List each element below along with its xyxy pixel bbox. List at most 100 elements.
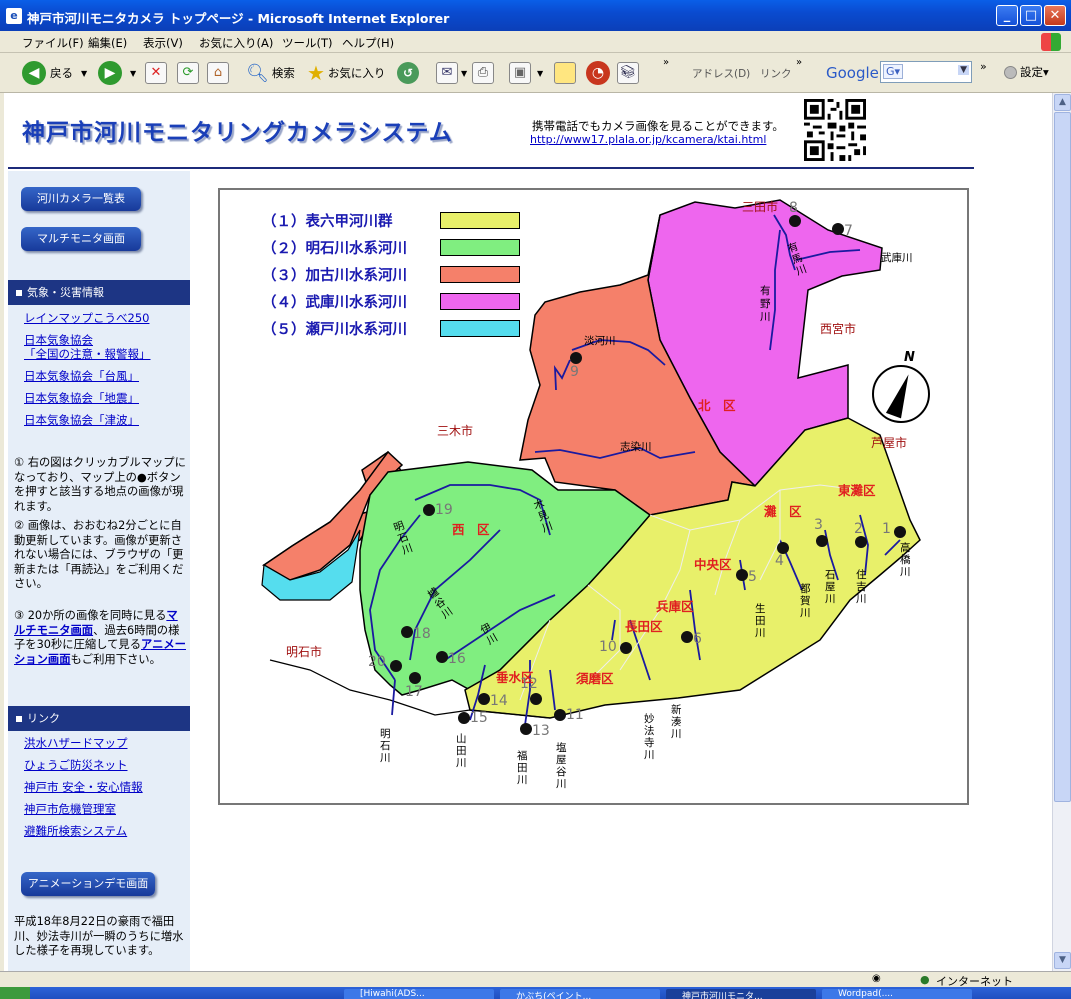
jwa-warnings-link-line1[interactable]: 日本気象協会 xyxy=(24,333,93,347)
menu-favorites[interactable]: お気に入り(A) xyxy=(199,35,273,51)
hyogo-bousai-link[interactable]: ひょうご防災ネット xyxy=(24,758,128,772)
bullet-icon xyxy=(16,716,22,722)
place-akashi: 明石市 xyxy=(286,645,323,659)
river-ishiya: 石屋川 xyxy=(825,569,836,605)
star-icon: ★ xyxy=(307,61,325,85)
menu-edit[interactable]: 編集(E) xyxy=(88,35,127,51)
vertical-scrollbar[interactable]: ▲ ▼ xyxy=(1052,93,1071,971)
mobile-note: 携帯電話でもカメラ画像を見ることができます。 xyxy=(532,119,784,133)
mail-icon: ✉ xyxy=(436,62,458,84)
settings-button[interactable]: 設定▾ xyxy=(1004,64,1049,80)
links-label[interactable]: リンク xyxy=(760,59,792,87)
compass-icon xyxy=(872,365,930,423)
window-title: 神戸市河川モニタカメラ トップページ - Microsoft Internet … xyxy=(27,11,450,26)
flood-hazard-map-link[interactable]: 洪水ハザードマップ xyxy=(24,736,128,750)
toolbar-chevron-icon[interactable]: » xyxy=(663,55,669,69)
history-button[interactable]: ↺ xyxy=(397,59,419,87)
jwa-earthquake-link[interactable]: 日本気象協会「地震」 xyxy=(24,391,139,405)
sidebar: 河川カメラ一覧表 マルチモニタ画面 気象・災害情報 レインマップこうべ250 日… xyxy=(8,171,190,971)
research-button[interactable]: 📚︎ xyxy=(617,59,639,87)
multi-monitor-button[interactable]: マルチモニタ画面 xyxy=(21,227,141,251)
camera-dot-icon xyxy=(401,626,413,638)
forward-dropdown-icon[interactable]: ▼ xyxy=(130,69,136,78)
animation-demo-button[interactable]: アニメーションデモ画面 xyxy=(21,872,155,896)
weather-section-header: 気象・災害情報 xyxy=(8,280,190,305)
rainmap-link[interactable]: レインマップこうべ250 xyxy=(24,311,149,325)
address-label[interactable]: アドレス(D) xyxy=(692,59,750,87)
district-higashinada: 東灘区 xyxy=(838,483,876,498)
mobile-url-link[interactable]: http://www17.plala.or.jp/kcamera/ktai.ht… xyxy=(530,133,766,146)
history-icon: ↺ xyxy=(397,62,419,84)
ie-icon: e xyxy=(6,8,22,24)
zone-icon: ◉ xyxy=(872,973,881,984)
edit-button[interactable]: ▣ ▼ xyxy=(509,59,543,87)
river-arino: 有野川 xyxy=(760,285,771,323)
kobe-crisis-office-link[interactable]: 神戸市危機管理室 xyxy=(24,802,116,816)
windows-logo-icon xyxy=(1041,33,1061,51)
jwa-warnings-link-line2[interactable]: 「全国の注意・報警報」 xyxy=(24,347,151,361)
refresh-button[interactable]: ⟳ xyxy=(177,59,199,87)
mail-dropdown-icon[interactable]: ▼ xyxy=(461,69,467,78)
favorites-button[interactable]: ★ お気に入り xyxy=(307,59,385,87)
google-search-input[interactable]: G▾ ▼ xyxy=(880,61,972,83)
river-map: （１）表六甲河川群 （２）明石川水系河川 （３）加古川水系河川 （４）武庫川水系… xyxy=(218,188,969,805)
close-button[interactable]: ✕ xyxy=(1044,5,1066,26)
menu-help[interactable]: ヘルプ(H) xyxy=(342,35,394,51)
camera-dot-icon xyxy=(789,215,801,227)
camera-dot-icon xyxy=(777,542,789,554)
compass-north-label: N xyxy=(904,350,915,365)
camera-dot-icon xyxy=(554,709,566,721)
river-camera-list-button[interactable]: 河川カメラ一覧表 xyxy=(21,187,141,211)
kobe-safety-link[interactable]: 神戸市 安全・安心情報 xyxy=(24,780,143,794)
window-title-bar: e 神戸市河川モニタカメラ トップページ - Microsoft Interne… xyxy=(0,0,1071,31)
print-button[interactable]: ⎙ xyxy=(472,59,494,87)
maximize-button[interactable]: □ xyxy=(1020,5,1042,26)
menu-view[interactable]: 表示(V) xyxy=(143,35,183,51)
links-chevron-icon[interactable]: » xyxy=(796,55,802,69)
jwa-typhoon-link[interactable]: 日本気象協会「台風」 xyxy=(24,369,139,383)
home-button[interactable]: ⌂ xyxy=(207,59,229,87)
taskbar: [Hiwahi(ADS... かぶち(ペイント... 神戸市河川モニタ... W… xyxy=(0,987,1071,999)
site-title: 神戸市河川モニタリングカメラシステム xyxy=(22,120,453,146)
district-nada: 灘 区 xyxy=(764,504,802,519)
google-dropdown-icon[interactable]: ▼ xyxy=(958,65,969,75)
jwa-tsunami-link[interactable]: 日本気象協会「津波」 xyxy=(24,413,139,427)
discuss-button[interactable] xyxy=(554,59,576,87)
menu-file[interactable]: ファイル(F) xyxy=(22,35,84,51)
messenger-button[interactable]: ◔ xyxy=(586,59,610,87)
river-ougo: 淡河川 xyxy=(584,335,616,347)
start-button[interactable] xyxy=(0,987,30,999)
legend-label-1: （１）表六甲河川群 xyxy=(262,214,393,230)
shelter-search-link[interactable]: 避難所検索システム xyxy=(24,824,127,838)
search-button[interactable]: 🔍︎ 検索 xyxy=(246,59,295,87)
taskbar-item-1[interactable]: [Hiwahi(ADS... xyxy=(344,989,494,999)
edit-dropdown-icon[interactable]: ▼ xyxy=(537,69,543,78)
google-g-icon[interactable]: G▾ xyxy=(883,64,904,79)
legend-swatch-5 xyxy=(440,320,520,337)
stop-button[interactable]: ✕ xyxy=(145,59,167,87)
google-chevron-icon[interactable]: » xyxy=(980,60,987,73)
scroll-down-icon[interactable]: ▼ xyxy=(1054,952,1071,969)
minimize-button[interactable]: _ xyxy=(996,5,1018,26)
back-dropdown-icon[interactable]: ▼ xyxy=(81,69,87,78)
camera-dot-icon xyxy=(855,536,867,548)
legend-swatch-4 xyxy=(440,293,520,310)
forward-button[interactable]: ▶ ▼ xyxy=(98,59,136,87)
taskbar-item-2[interactable]: かぶち(ペイント... xyxy=(500,989,660,999)
river-sumiyoshi: 住吉川 xyxy=(856,569,867,605)
menu-tools[interactable]: ツール(T) xyxy=(282,35,333,51)
district-chuo: 中央区 xyxy=(694,557,732,572)
camera-dot-icon xyxy=(458,712,470,724)
scroll-thumb[interactable] xyxy=(1054,112,1071,802)
scroll-up-icon[interactable]: ▲ xyxy=(1054,94,1071,111)
home-icon: ⌂ xyxy=(207,62,229,84)
taskbar-item-3[interactable]: 神戸市河川モニタ... xyxy=(666,989,816,999)
mail-button[interactable]: ✉ ▼ xyxy=(436,59,467,87)
note-clickable-map: ① 右の図はクリッカブルマップになっており、マップ上の●ボタンを押すと該当する地… xyxy=(14,456,186,513)
river-yamada: 山田川 xyxy=(456,733,467,769)
district-suma: 須磨区 xyxy=(576,671,614,686)
legend-swatch-1 xyxy=(440,212,520,229)
back-button[interactable]: ◀ 戻る ▼ xyxy=(22,59,87,87)
taskbar-item-4[interactable]: Wordpad(.... xyxy=(822,989,972,999)
legend-swatch-3 xyxy=(440,266,520,283)
